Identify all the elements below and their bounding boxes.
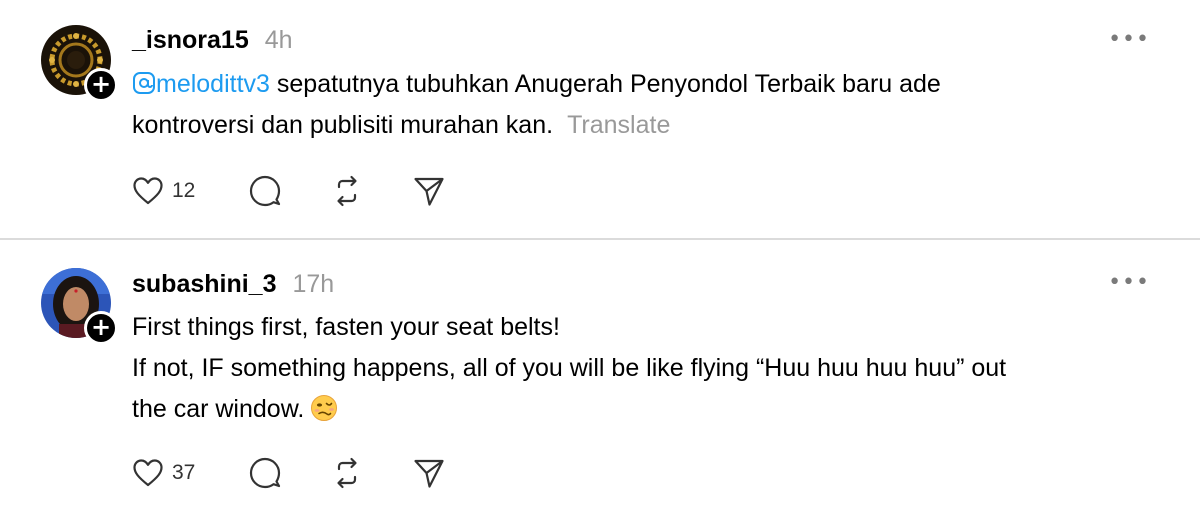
post-text: First things first, fasten your seat bel… [132, 307, 1162, 430]
more-options-button[interactable]: ••• [1108, 270, 1150, 295]
comment-icon [249, 175, 281, 207]
more-options-button[interactable]: ••• [1108, 27, 1150, 52]
username[interactable]: subashini_3 [132, 270, 277, 299]
post-subashini3: + subashini_3 17h ••• First things first… [0, 240, 1200, 515]
woozy-face-emoji [311, 395, 338, 421]
follow-button[interactable]: + [84, 311, 118, 345]
share-button[interactable] [412, 174, 446, 208]
like-button[interactable]: 37 [132, 458, 248, 488]
like-count: 12 [172, 179, 196, 202]
post-header: _isnora15 4h [132, 26, 293, 55]
post-text-segment: sepatutnya tubuhkan Anugerah Penyondol T… [269, 70, 941, 98]
post-text-segment: kontroversi dan publisiti murahan kan. [132, 111, 554, 139]
send-icon [414, 459, 444, 488]
post-text-line: the car window. [132, 389, 1162, 430]
post-text: melodittv3 sepatutnya tubuhkan Anugerah … [132, 64, 1162, 146]
share-button[interactable] [412, 456, 446, 490]
action-bar: 12 [132, 174, 446, 208]
comment-button[interactable] [248, 174, 330, 208]
action-bar: 37 [132, 456, 446, 490]
post-isnora15: + _isnora15 4h ••• melodittv3 sepatutnya… [0, 0, 1200, 238]
heart-icon [133, 459, 163, 487]
repost-icon [337, 175, 357, 207]
comment-icon [249, 457, 281, 489]
username[interactable]: _isnora15 [132, 26, 249, 55]
translate-link[interactable]: Translate [567, 111, 670, 139]
at-icon [133, 72, 155, 94]
timestamp: 17h [292, 270, 335, 298]
mention-text: melodittv3 [156, 70, 270, 98]
like-count: 37 [172, 461, 196, 484]
send-icon [414, 177, 444, 206]
like-button[interactable]: 12 [132, 176, 248, 206]
repost-button[interactable] [330, 456, 412, 490]
post-text-line: melodittv3 sepatutnya tubuhkan Anugerah … [132, 64, 1162, 105]
avatar-container: + [41, 25, 118, 102]
repost-button[interactable] [330, 174, 412, 208]
post-text-line: First things first, fasten your seat bel… [132, 313, 560, 341]
post-text-line: kontroversi dan publisiti murahan kan. Tr… [132, 105, 1162, 146]
avatar-container: + [41, 268, 118, 345]
timestamp: 4h [264, 26, 293, 54]
heart-icon [133, 177, 163, 205]
repost-icon [337, 457, 357, 489]
post-header: subashini_3 17h [132, 270, 334, 299]
post-text-line: If not, IF something happens, all of you… [132, 354, 1007, 382]
comment-button[interactable] [248, 456, 330, 490]
post-text-segment: the car window. [132, 395, 305, 423]
follow-button[interactable]: + [84, 68, 118, 102]
mention-link[interactable]: melodittv3 [132, 70, 270, 98]
